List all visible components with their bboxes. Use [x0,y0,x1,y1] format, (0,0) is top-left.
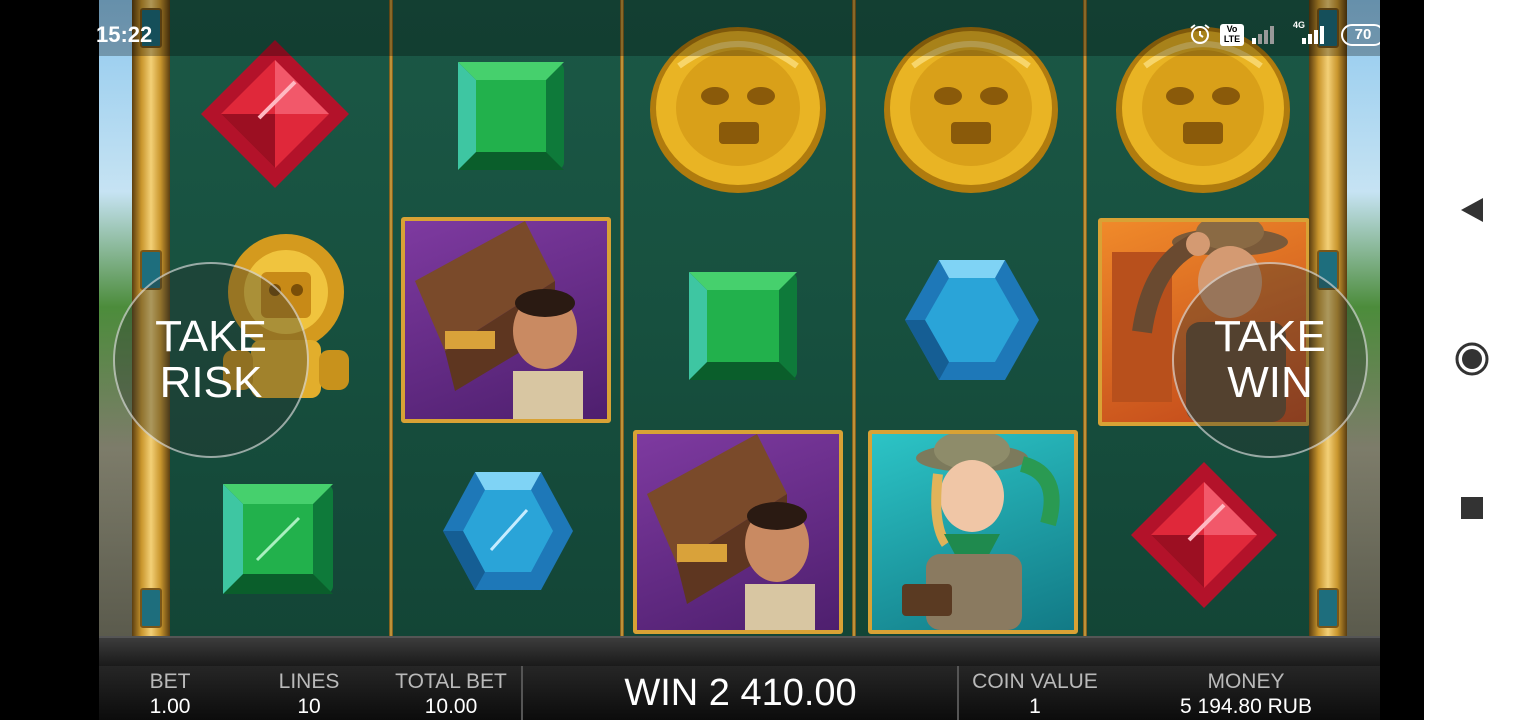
divider [957,666,959,720]
reel-divider [852,0,856,638]
take-win-line1: TAKE [1214,312,1326,361]
green-gem-icon [458,62,564,170]
right-black-bar [1380,0,1424,720]
take-risk-line2: RISK [159,358,263,407]
back-button[interactable] [1424,180,1520,240]
reel-divider [389,0,393,638]
coin-value: 1 [1029,695,1041,718]
win-amount: WIN 2 410.00 [624,671,857,714]
pillar-gem [140,588,162,628]
porter-with-chest-symbol [401,217,611,423]
coin-value-control[interactable]: COIN VALUE 1 [965,666,1105,720]
blue-gem-icon [905,260,1039,380]
left-black-bar [0,0,99,720]
red-gem-icon [201,40,349,188]
volte-icon: Vo LTE [1220,24,1244,46]
reel-divider [1083,0,1087,638]
battery-icon: 70 [1341,24,1385,46]
alarm-icon [1190,24,1210,44]
take-win-line2: WIN [1227,358,1313,407]
take-win-button[interactable]: TAKE WIN [1172,262,1368,458]
take-risk-button[interactable]: TAKE RISK [113,262,309,458]
coin-value-label: COIN VALUE [972,670,1098,693]
money-display: MONEY 5 194.80 RUB [1165,666,1327,720]
bet-label: BET [149,670,191,693]
green-gem-icon [689,272,797,380]
bet-control[interactable]: BET 1.00 [121,666,219,720]
money-label: MONEY [1207,670,1285,693]
home-icon [1455,342,1489,376]
bottom-info-bar: BET 1.00 LINES 10 TOTAL BET 10.00 WIN 2 … [99,666,1380,720]
lines-control[interactable]: LINES 10 [259,666,359,720]
blue-gem-icon [443,472,573,590]
reel-ledge [99,636,1380,666]
explorer-woman-symbol [868,430,1078,634]
pillar-gem [1317,588,1339,628]
back-icon [1461,198,1483,222]
red-gem-icon [1131,462,1277,608]
android-nav-bar [1424,0,1520,720]
recents-icon [1461,497,1483,519]
signal-icon [1252,26,1274,44]
home-button[interactable] [1424,329,1520,389]
total-bet-value: 10.00 [424,695,478,718]
porter-with-chest-symbol [633,430,843,634]
bet-value: 1.00 [149,695,191,718]
green-gem-icon [223,484,333,594]
total-bet-label: TOTAL BET [395,670,507,693]
lines-label: LINES [278,670,340,693]
status-time: 15:22 [96,22,153,47]
signal-icon [1302,26,1324,44]
recents-button[interactable] [1424,478,1520,538]
lines-value: 10 [297,695,321,718]
reel-divider [620,0,624,638]
reel-area [169,0,1310,638]
total-bet-display: TOTAL BET 10.00 [381,666,521,720]
money-value: 5 194.80 RUB [1180,695,1312,718]
take-risk-line1: TAKE [155,312,267,361]
